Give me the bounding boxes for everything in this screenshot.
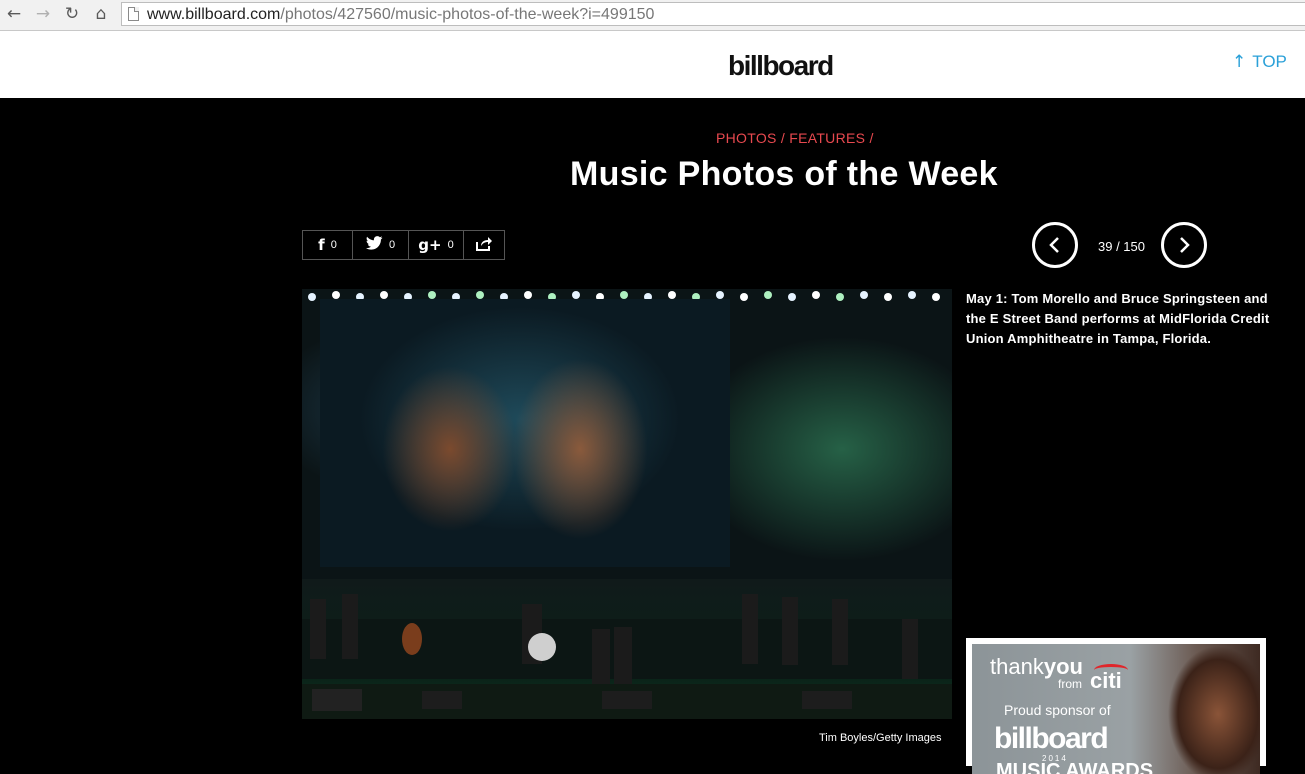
share-more-button[interactable] <box>464 231 504 259</box>
url-path: /photos/427560/music-photos-of-the-week?… <box>280 6 655 23</box>
up-arrow-icon: ↑ <box>1232 52 1247 72</box>
twitter-icon <box>365 236 383 254</box>
band-silhouettes <box>302 594 952 719</box>
top-label: TOP <box>1252 52 1287 71</box>
gallery-photo[interactable] <box>302 289 952 719</box>
twitter-share-button[interactable]: 0 <box>353 231 409 259</box>
home-icon[interactable]: ⌂ <box>91 4 111 24</box>
previous-photo-button[interactable] <box>1032 222 1078 268</box>
back-to-top-link[interactable]: ↑ TOP <box>1232 51 1287 73</box>
twitter-count: 0 <box>388 239 396 251</box>
citi-logo: citi <box>1090 668 1122 693</box>
site-header: billboard ↑ TOP <box>0 31 1305 98</box>
address-bar[interactable]: www.billboard.com/photos/427560/music-ph… <box>121 2 1305 26</box>
photo-counter: 39 / 150 <box>1098 239 1145 254</box>
url-host: www.billboard.com <box>147 6 281 23</box>
googleplus-share-button[interactable]: g+ 0 <box>409 231 464 259</box>
forward-icon[interactable]: → <box>33 4 53 24</box>
billboard-logo[interactable]: billboard <box>728 49 834 83</box>
googleplus-count: 0 <box>447 239 454 251</box>
share-bar: f 0 0 g+ 0 <box>302 230 505 260</box>
url-text[interactable]: www.billboard.com/photos/427560/music-ph… <box>147 5 654 25</box>
share-icon <box>476 236 492 254</box>
ad-billboard-logo: billboard <box>994 722 1109 755</box>
facebook-share-button[interactable]: f 0 <box>303 231 353 259</box>
browser-toolbar: ← → ↻ ⌂ www.billboard.com/photos/427560/… <box>0 0 1305 31</box>
sponsor-ad[interactable]: thankyou from citi Proud sponsor of bill… <box>966 638 1266 774</box>
photo-credit: Tim Boyles/Getty Images <box>819 732 942 744</box>
reload-icon[interactable]: ↻ <box>62 4 82 24</box>
gallery-pager: 39 / 150 <box>1032 222 1214 274</box>
ad-banner: thankyou from citi Proud sponsor of bill… <box>972 644 1260 774</box>
ad-from-text: from <box>1058 677 1082 691</box>
photo-caption: May 1: Tom Morello and Bruce Springsteen… <box>966 291 1270 346</box>
facebook-count: 0 <box>330 239 337 251</box>
googleplus-icon: g+ <box>418 236 442 254</box>
next-photo-button[interactable] <box>1161 222 1207 268</box>
video-screen <box>320 299 730 567</box>
ad-thank-word: thank <box>990 654 1044 679</box>
breadcrumb[interactable]: PHOTOS / FEATURES / <box>716 130 874 146</box>
ad-proud-text: Proud sponsor of <box>1004 702 1111 718</box>
ad-portrait <box>1162 644 1260 774</box>
facebook-icon: f <box>318 236 325 254</box>
ad-awards-text: MUSIC AWARDS <box>996 760 1154 774</box>
back-icon[interactable]: ← <box>4 4 24 24</box>
page-icon <box>128 7 139 21</box>
chevron-left-icon <box>1049 237 1059 253</box>
ad-you-word: you <box>1043 654 1083 679</box>
chevron-right-icon <box>1180 237 1190 253</box>
page-title: Music Photos of the Week <box>570 155 998 193</box>
